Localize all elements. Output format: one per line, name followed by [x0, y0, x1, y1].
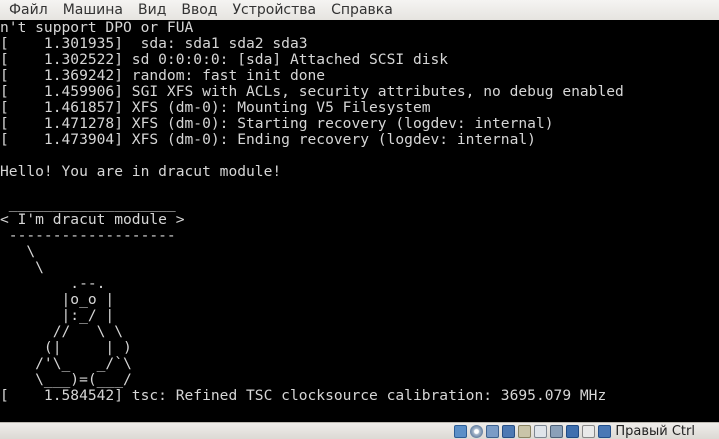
console-line: [ 1.473904] XFS (dm-0): Ending recovery … [0, 131, 536, 148]
console-line: [ 1.584542] tsc: Refined TSC clocksource… [0, 387, 607, 404]
keyboard-icon[interactable] [598, 424, 612, 438]
console-line: n't support DPO or FUA [0, 20, 194, 36]
menu-file[interactable]: Файл [0, 0, 55, 20]
menu-help[interactable]: Справка [323, 0, 400, 20]
virtualization-icon[interactable] [566, 424, 580, 438]
console-output: n't support DPO or FUA[ 1.301935] sda: s… [0, 20, 624, 404]
console-line: // \ \ [0, 323, 124, 340]
menu-devices[interactable]: Устройства [225, 0, 324, 20]
console-line: /'\_ _/`\ [0, 355, 132, 372]
video-capture-icon[interactable] [550, 424, 564, 438]
console-line: ------------------- [0, 227, 176, 244]
menu-input[interactable]: Ввод [173, 0, 224, 20]
console-line: [ 1.301935] sda: sda1 sda2 sda3 [0, 35, 308, 52]
menu-view[interactable]: Вид [130, 0, 173, 20]
menu-bar: Файл Машина Вид Ввод Устройства Справка [0, 0, 719, 21]
display-icon[interactable] [534, 424, 548, 438]
hdd-icon[interactable] [454, 424, 468, 438]
console-line: (| | ) [0, 339, 132, 356]
console-line: [ 1.302522] sd 0:0:0:0: [sda] Attached S… [0, 51, 449, 68]
console-line: \ [0, 259, 44, 276]
console-line: |o_o | [0, 291, 115, 308]
menu-machine[interactable]: Машина [55, 0, 130, 20]
console-line: Hello! You are in dracut module! [0, 163, 282, 180]
host-key-label: Правый Ctrl [615, 423, 695, 439]
mouse-integration-icon[interactable] [582, 424, 596, 438]
console-line: [ 1.369242] random: fast init done [0, 67, 326, 84]
console-line: \___)=(___/ [0, 371, 132, 388]
console-line: < I'm dracut module > [0, 211, 185, 228]
console-line: [ 1.471278] XFS (dm-0): Starting recover… [0, 115, 554, 132]
optical-drive-icon[interactable] [470, 424, 484, 438]
shared-folders-icon[interactable] [518, 424, 532, 438]
usb-icon[interactable] [486, 424, 500, 438]
console-line: [ 1.461857] XFS (dm-0): Mounting V5 File… [0, 99, 431, 116]
console-line: [ 1.459906] SGI XFS with ACLs, security … [0, 83, 624, 100]
console-line: ___________________ [0, 195, 176, 212]
console-line: |:_/ | [0, 307, 115, 324]
network-icon[interactable] [502, 424, 516, 438]
console-line: .--. [0, 275, 106, 292]
console-line: \ [0, 243, 36, 260]
vm-console-screen[interactable]: n't support DPO or FUA[ 1.301935] sda: s… [0, 20, 719, 422]
status-bar: Правый Ctrl [0, 422, 719, 439]
virtualbox-vm-window: Файл Машина Вид Ввод Устройства Справка … [0, 0, 719, 439]
